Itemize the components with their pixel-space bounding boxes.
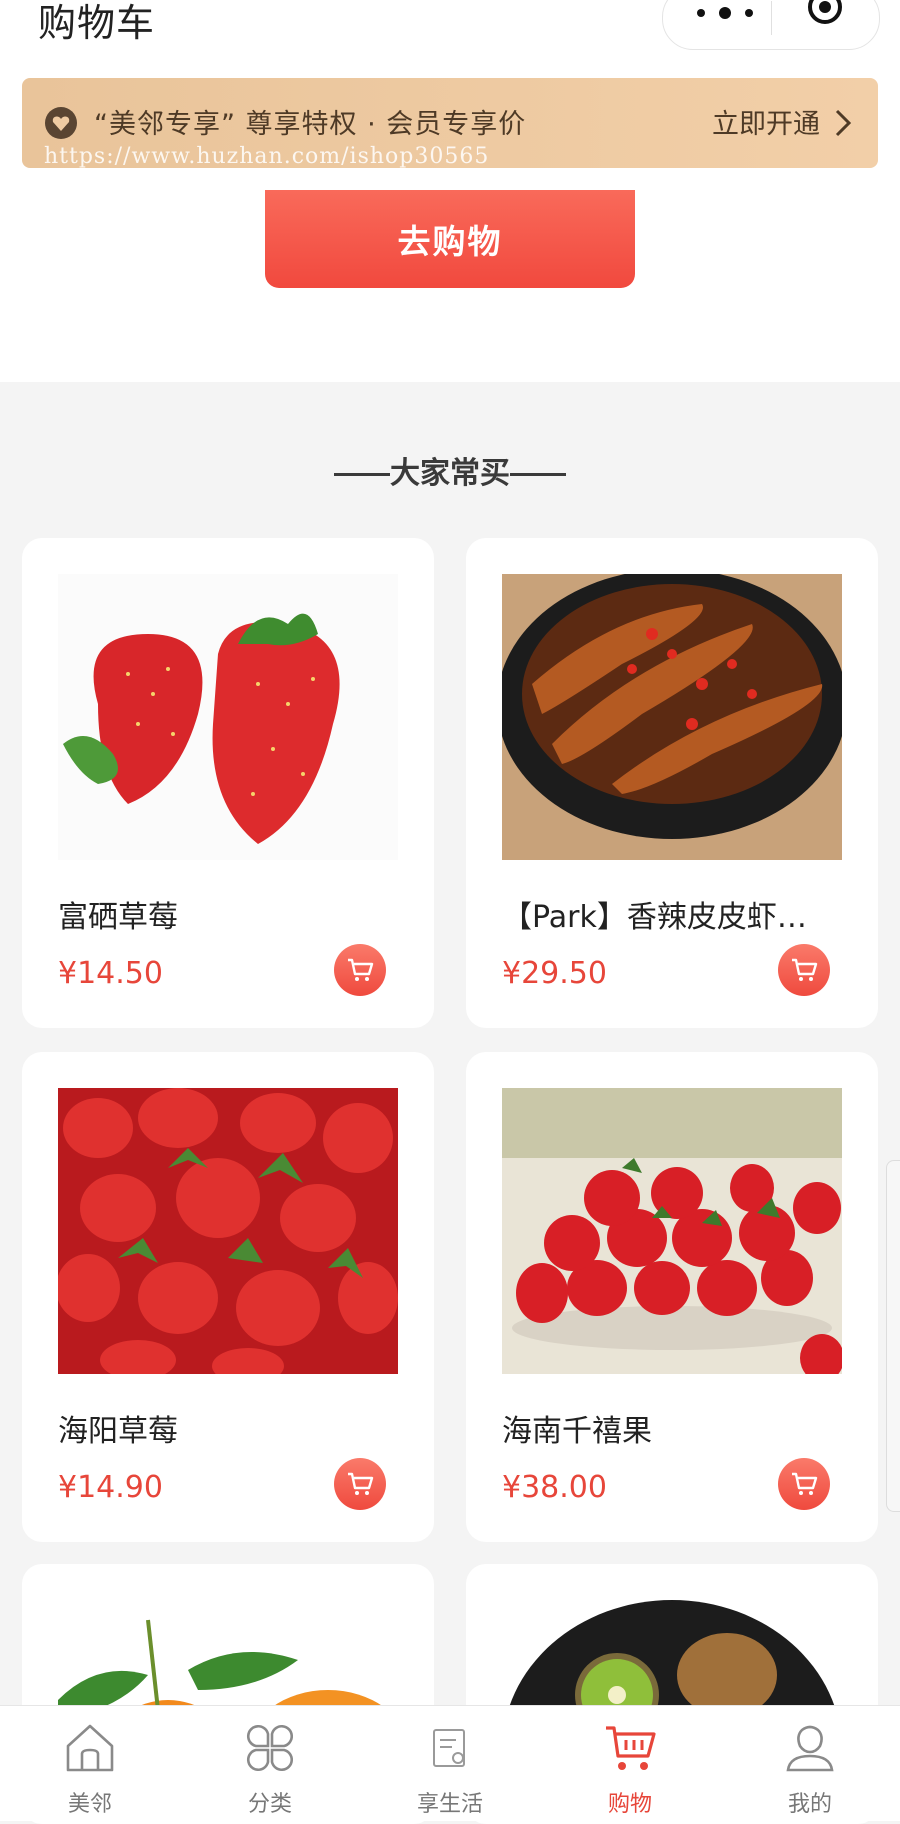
add-to-cart-button[interactable]: [778, 944, 830, 996]
cart-icon: [348, 1472, 374, 1495]
capsule-divider: [771, 1, 772, 35]
cart-icon: [792, 1472, 818, 1495]
tab-label: 美邻: [67, 1792, 112, 1817]
watermark-text: https://www.huzhan.com/ishop30565: [44, 144, 490, 169]
close-target-icon[interactable]: [807, 0, 843, 25]
home-icon: [66, 1724, 114, 1772]
member-banner[interactable]: “美邻专享” 尊享特权 · 会员专享价 立即开通 https://www.huz…: [22, 78, 878, 169]
more-icon[interactable]: [697, 3, 753, 23]
empty-cart-panel: 去购物: [0, 190, 900, 382]
product-name[interactable]: 海阳草莓: [58, 1406, 398, 1450]
bottom-tab-bar: 美邻 分类 享生活 购物 我的: [0, 1705, 900, 1821]
mini-program-capsule: [662, 0, 880, 50]
product-image-strawberry-pair[interactable]: [58, 574, 398, 860]
product-price: ¥38.00: [502, 1470, 607, 1505]
add-to-cart-button[interactable]: [778, 1458, 830, 1510]
product-image-cherry-tomatoes[interactable]: [502, 1088, 842, 1374]
cart-icon: [348, 958, 374, 981]
product-card[interactable]: 【Park】香辣皮皮虾… ¥29.50: [466, 538, 878, 1028]
header: 购物车 “美邻专享” 尊享特权 · 会员专享价 立即开通 https://www…: [0, 0, 900, 191]
tab-label: 分类: [247, 1792, 292, 1817]
tab-home[interactable]: 美邻: [0, 1706, 180, 1821]
product-name[interactable]: 海南千禧果: [502, 1406, 842, 1450]
tab-profile[interactable]: 我的: [720, 1706, 900, 1821]
category-icon: [247, 1725, 293, 1771]
member-open-link[interactable]: 立即开通: [712, 102, 820, 141]
cart-icon: [606, 1726, 656, 1770]
product-card[interactable]: 富硒草莓 ¥14.50: [22, 538, 434, 1028]
product-price: ¥14.50: [58, 956, 163, 991]
product-name[interactable]: 富硒草莓: [58, 892, 398, 936]
scrollbar[interactable]: [886, 1160, 900, 1512]
product-image-strawberry-pile[interactable]: [58, 1088, 398, 1374]
tab-label: 购物: [607, 1792, 652, 1817]
tab-label: 我的: [787, 1792, 832, 1817]
go-shopping-button[interactable]: 去购物: [265, 190, 635, 288]
recommend-section-title: 大家常买: [0, 448, 900, 492]
add-to-cart-button[interactable]: [334, 944, 386, 996]
product-card[interactable]: 海南千禧果 ¥38.00: [466, 1052, 878, 1542]
page-title: 购物车: [38, 1, 156, 45]
member-banner-text: “美邻专享” 尊享特权 · 会员专享价: [94, 109, 527, 140]
product-card[interactable]: 海阳草莓 ¥14.90: [22, 1052, 434, 1542]
title-right-rule: [510, 473, 566, 476]
tab-label: 享生活: [416, 1792, 483, 1817]
tab-category[interactable]: 分类: [180, 1706, 360, 1821]
product-price: ¥14.90: [58, 1470, 163, 1505]
tab-cart[interactable]: 购物: [540, 1706, 720, 1821]
life-icon: [433, 1729, 465, 1767]
title-left-rule: [334, 473, 390, 476]
product-image-spicy-mantis-shrimp[interactable]: [502, 574, 842, 860]
cart-icon: [792, 958, 818, 981]
crown-heart-icon: [45, 107, 77, 139]
profile-icon: [786, 1725, 834, 1772]
add-to-cart-button[interactable]: [334, 1458, 386, 1510]
tab-life[interactable]: 享生活: [360, 1706, 540, 1821]
recommend-title-text: 大家常买: [390, 456, 510, 491]
product-price: ¥29.50: [502, 956, 607, 991]
chevron-right-icon: [835, 109, 852, 137]
product-name[interactable]: 【Park】香辣皮皮虾…: [502, 892, 842, 936]
